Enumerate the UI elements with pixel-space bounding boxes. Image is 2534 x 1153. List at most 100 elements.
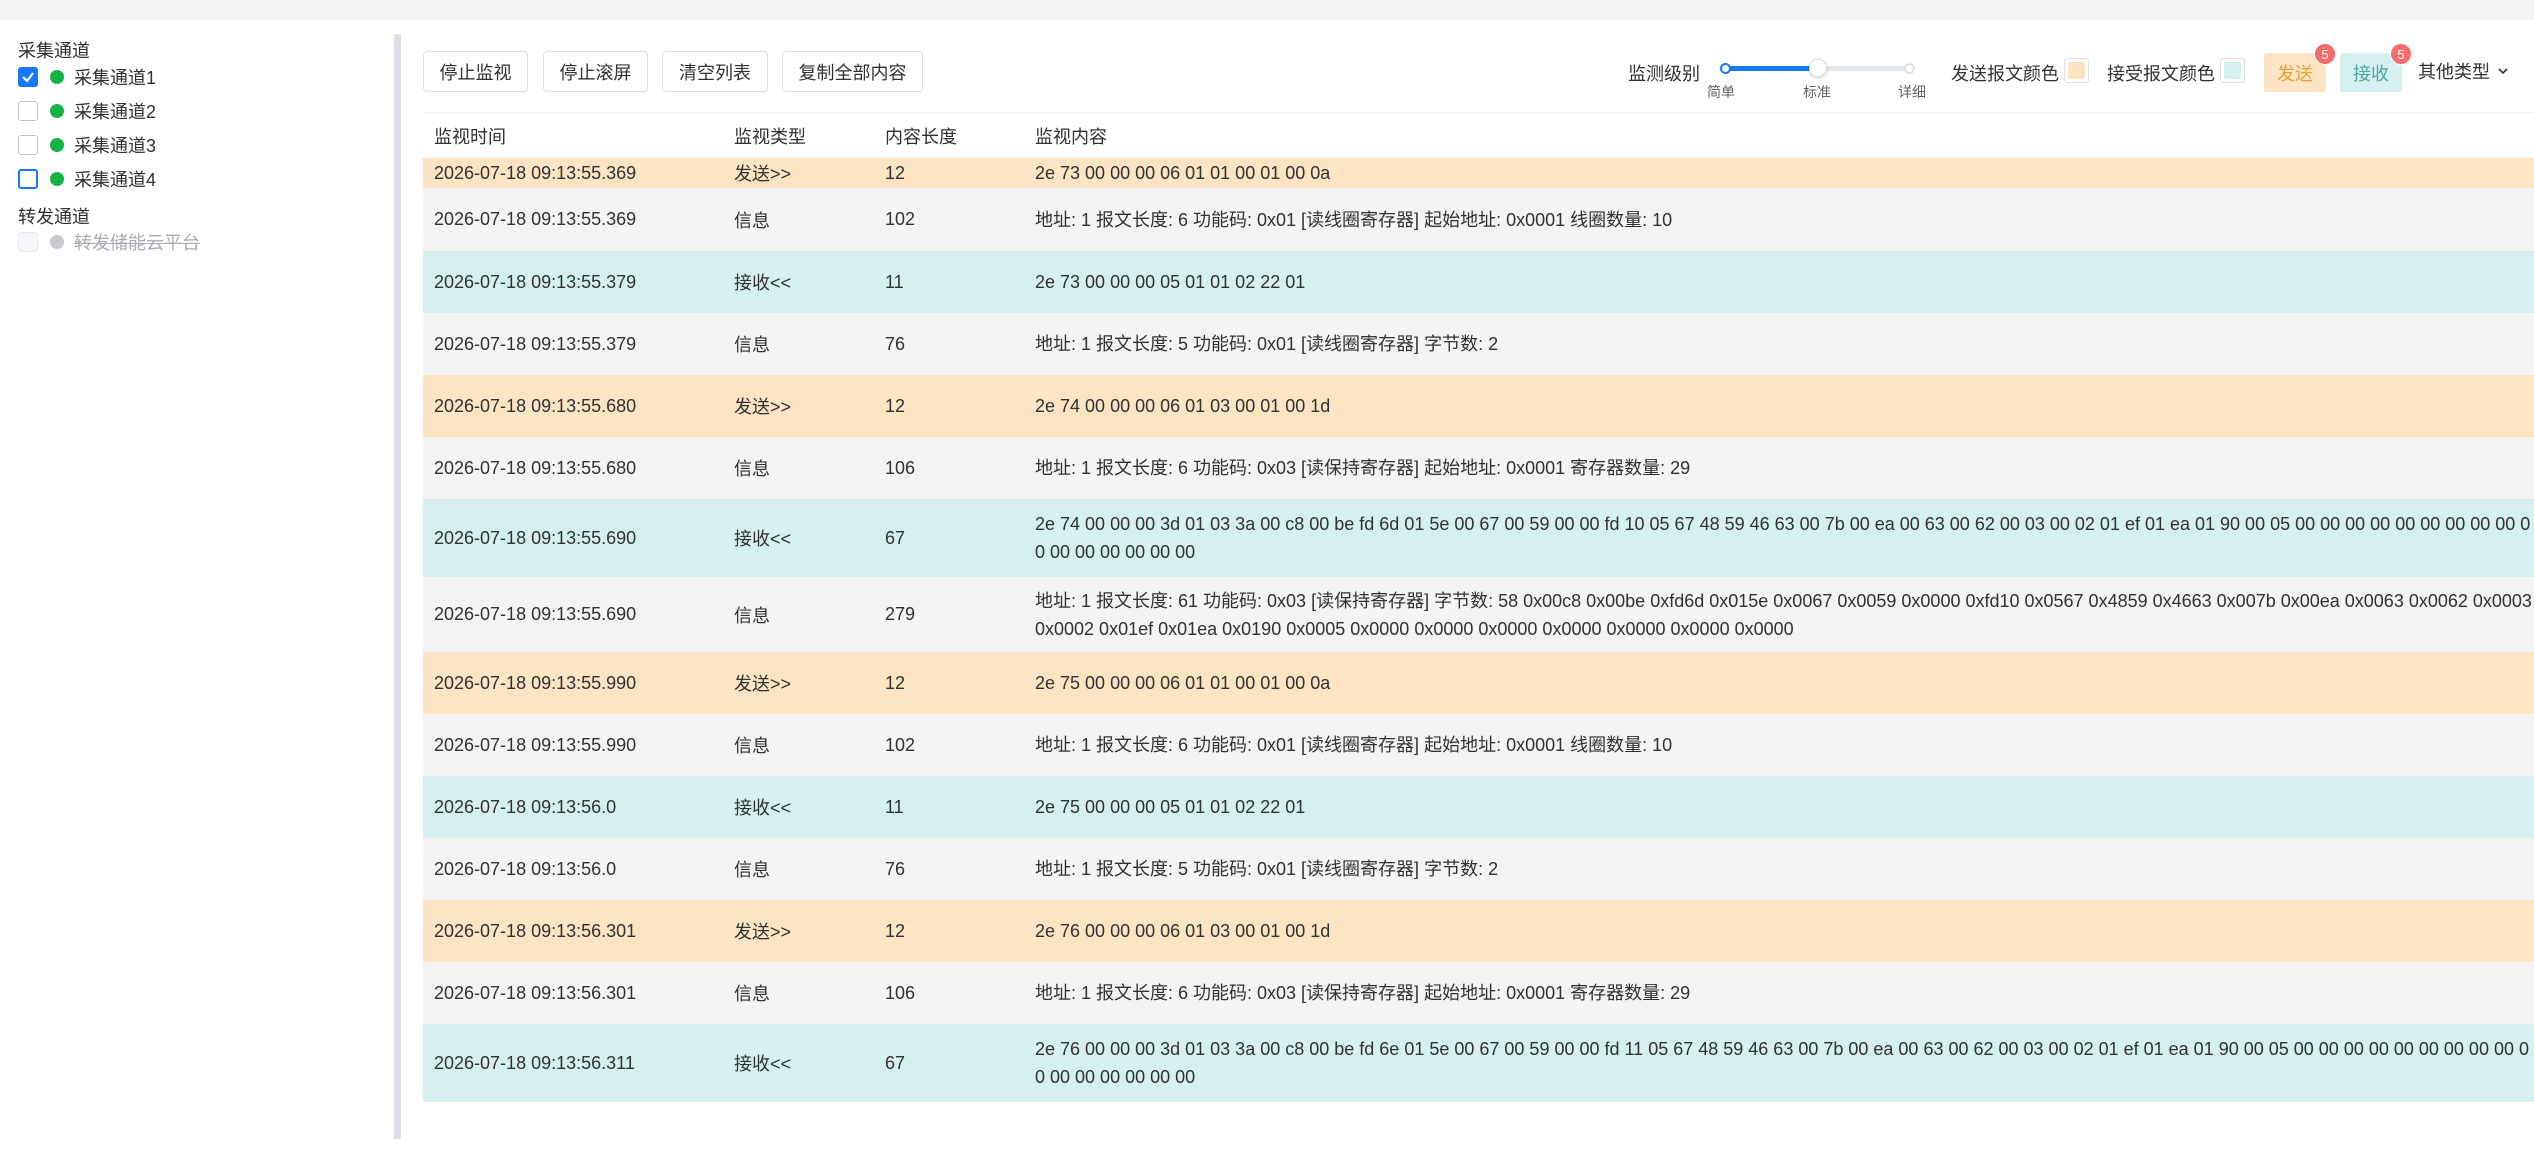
other-type-dropdown[interactable]: 其他类型 <box>2418 58 2510 84</box>
table-row[interactable]: 2026-07-18 09:13:55.690 接收<< 67 2e 74 00 00… <box>423 499 2534 577</box>
send-color-picker[interactable] <box>2064 58 2089 83</box>
slider-stop-detail[interactable] <box>1904 63 1915 74</box>
table-row[interactable]: 2026-07-18 09:13:55.680 信息 106 地址: 1 报文长度: … <box>423 437 2534 499</box>
checkbox-checked-icon[interactable] <box>18 67 38 87</box>
table-row[interactable]: 2026-07-18 09:13:56.301 发送>> 12 2e 76 00 00… <box>423 900 2534 962</box>
level-mark-standard: 标准 <box>1803 84 1831 100</box>
cell-type: 信息 <box>734 605 770 626</box>
cell-content: 地址: 1 报文长度: 6 功能码: 0x03 [读保持寄存器] 起始地址: 0… <box>1035 458 1691 478</box>
table-row[interactable]: 2026-07-18 09:13:56.311 接收<< 67 2e 76 00 00… <box>423 1024 2534 1102</box>
cell-type: 信息 <box>734 860 770 880</box>
channel-label: 采集通道3 <box>74 136 157 156</box>
cell-time: 2026-07-18 09:13:55.990 <box>434 672 637 693</box>
channel-item-3[interactable]: 采集通道3 <box>18 130 156 160</box>
cell-type: 发送>> <box>734 164 792 184</box>
cell-content: 2e 74 00 00 00 06 01 03 00 01 00 1d <box>1035 396 1331 416</box>
channel-item-4[interactable]: 采集通道4 <box>18 164 156 194</box>
cell-type: 接收<< <box>734 798 792 818</box>
send-color-swatch <box>2068 62 2085 79</box>
cell-time: 2026-07-18 09:13:55.369 <box>434 162 637 183</box>
cell-type: 信息 <box>734 984 770 1004</box>
cell-length: 12 <box>885 162 906 183</box>
cell-content: 2e 75 00 00 00 06 01 01 00 01 00 0a <box>1035 673 1331 693</box>
cell-content: 地址: 1 报文长度: 5 功能码: 0x01 [读线圈寄存器] 字节数: 2 <box>1035 334 1499 354</box>
cell-time: 2026-07-18 09:13:55.680 <box>434 395 637 416</box>
cell-length: 12 <box>885 920 906 941</box>
table-row[interactable]: 2026-07-18 09:13:55.379 接收<< 11 2e 73 00 00… <box>423 251 2534 313</box>
cell-length: 76 <box>885 858 906 879</box>
cell-time: 2026-07-18 09:13:55.690 <box>434 527 637 548</box>
checkbox-disabled-icon <box>18 232 38 252</box>
watermark: 13108566700 <box>1513 1117 1878 1137</box>
table-row[interactable]: 2026-07-18 09:13:56.0 信息 76 地址: 1 报文长度: 5 功… <box>423 838 2534 900</box>
send-tag-label: 发送 <box>2277 63 2313 84</box>
checkbox-icon[interactable] <box>18 169 38 189</box>
table-row[interactable]: 2026-07-18 09:13:55.990 发送>> 12 2e 75 00 00… <box>423 652 2534 714</box>
cell-length: 11 <box>885 796 904 817</box>
copy-all-button[interactable]: 复制全部内容 <box>782 51 923 92</box>
table-row[interactable]: 2026-07-18 09:13:55.369 信息 102 地址: 1 报文长度: … <box>423 188 2534 251</box>
table-body[interactable]: 2026-07-18 09:13:55.369 发送>> 12 2e 73 00 00… <box>423 158 2534 1102</box>
cell-length: 106 <box>885 982 916 1003</box>
table-row[interactable]: 2026-07-18 09:13:55.369 发送>> 12 2e 73 00 00… <box>423 158 2534 188</box>
cell-type: 接收<< <box>734 529 792 549</box>
stop-monitor-button[interactable]: 停止监视 <box>423 51 528 92</box>
table-row[interactable]: 2026-07-18 09:13:55.690 信息 279 地址: 1 报文长度: … <box>423 577 2534 652</box>
level-slider[interactable] <box>1720 59 1915 77</box>
slider-stop-simple[interactable] <box>1720 63 1731 74</box>
send-color-label: 发送报文颜色 <box>1951 64 2059 84</box>
cell-length: 102 <box>885 209 916 229</box>
cell-content: 地址: 1 报文长度: 6 功能码: 0x03 [读保持寄存器] 起始地址: 0… <box>1035 983 1691 1003</box>
table-row[interactable]: 2026-07-18 09:13:55.379 信息 76 地址: 1 报文长度: 5… <box>423 313 2534 375</box>
forward-channel-item: 转发储能云平台 <box>18 227 200 257</box>
status-online-icon <box>50 70 64 84</box>
status-offline-icon <box>50 235 64 249</box>
recv-filter-tag[interactable]: 接收 5 <box>2340 43 2412 92</box>
header-type: 监视类型 <box>734 126 806 147</box>
cell-type: 发送>> <box>734 922 792 942</box>
cell-time: 2026-07-18 09:13:55.680 <box>434 457 637 478</box>
channel-label: 采集通道2 <box>74 102 157 122</box>
cell-time: 2026-07-18 09:13:55.379 <box>434 333 637 354</box>
sidebar-splitter[interactable] <box>394 34 401 1139</box>
send-filter-tag[interactable]: 发送 5 <box>2264 43 2336 92</box>
cell-time: 2026-07-18 09:13:55.369 <box>434 209 637 229</box>
cell-time: 2026-07-18 09:13:56.0 <box>434 796 617 817</box>
table-row[interactable]: 2026-07-18 09:13:55.990 信息 102 地址: 1 报文长度: … <box>423 714 2534 776</box>
recv-color-picker[interactable] <box>2220 58 2245 83</box>
cell-length: 12 <box>885 672 906 693</box>
table-header: 监视时间 监视类型 内容长度 监视内容 <box>423 112 2534 158</box>
cell-type: 信息 <box>734 736 770 756</box>
top-strip <box>0 0 2534 20</box>
level-label: 监测级别 <box>1628 64 1700 84</box>
slider-handle[interactable] <box>1809 59 1827 77</box>
cell-time: 2026-07-18 09:13:56.301 <box>434 982 637 1003</box>
cell-content: 2e 73 00 00 00 06 01 01 00 01 00 0a <box>1035 163 1331 183</box>
cell-content: 地址: 1 报文长度: 61 功能码: 0x03 [读保持寄存器] 字节数: 5… <box>1035 590 2532 639</box>
header-time: 监视时间 <box>434 126 506 147</box>
header-content: 监视内容 <box>1035 126 1107 147</box>
channel-item-2[interactable]: 采集通道2 <box>18 96 156 126</box>
checkbox-icon[interactable] <box>18 135 38 155</box>
cell-time: 2026-07-18 09:13:55.690 <box>434 604 637 624</box>
cell-type: 接收<< <box>734 273 792 293</box>
cell-time: 2026-07-18 09:13:56.311 <box>434 1052 635 1073</box>
cell-type: 信息 <box>734 210 770 231</box>
stop-scroll-button[interactable]: 停止滚屏 <box>543 51 648 92</box>
table-row[interactable]: 2026-07-18 09:13:55.680 发送>> 12 2e 74 00 00… <box>423 375 2534 437</box>
cell-content: 地址: 1 报文长度: 5 功能码: 0x01 [读线圈寄存器] 字节数: 2 <box>1035 859 1499 879</box>
channel-label: 转发储能云平台 <box>74 233 200 253</box>
cell-time: 2026-07-18 09:13:56.0 <box>434 858 617 879</box>
cell-length: 11 <box>885 271 904 292</box>
cell-time: 2026-07-18 09:13:55.990 <box>434 734 637 755</box>
checkbox-icon[interactable] <box>18 101 38 121</box>
channel-label: 采集通道1 <box>74 68 157 88</box>
cell-content: 2e 76 00 00 00 3d 01 03 3a 00 c8 00 be f… <box>1035 1039 2529 1087</box>
channel-item-1[interactable]: 采集通道1 <box>18 62 156 92</box>
recv-tag-label: 接收 <box>2353 63 2389 84</box>
table-row[interactable]: 2026-07-18 09:13:56.301 信息 106 地址: 1 报文长度: … <box>423 962 2534 1024</box>
slider-fill <box>1722 66 1818 71</box>
forward-group-title: 转发通道 <box>18 207 90 227</box>
table-row[interactable]: 2026-07-18 09:13:56.0 接收<< 11 2e 75 00 00 0… <box>423 776 2534 838</box>
clear-list-button[interactable]: 清空列表 <box>662 51 768 92</box>
